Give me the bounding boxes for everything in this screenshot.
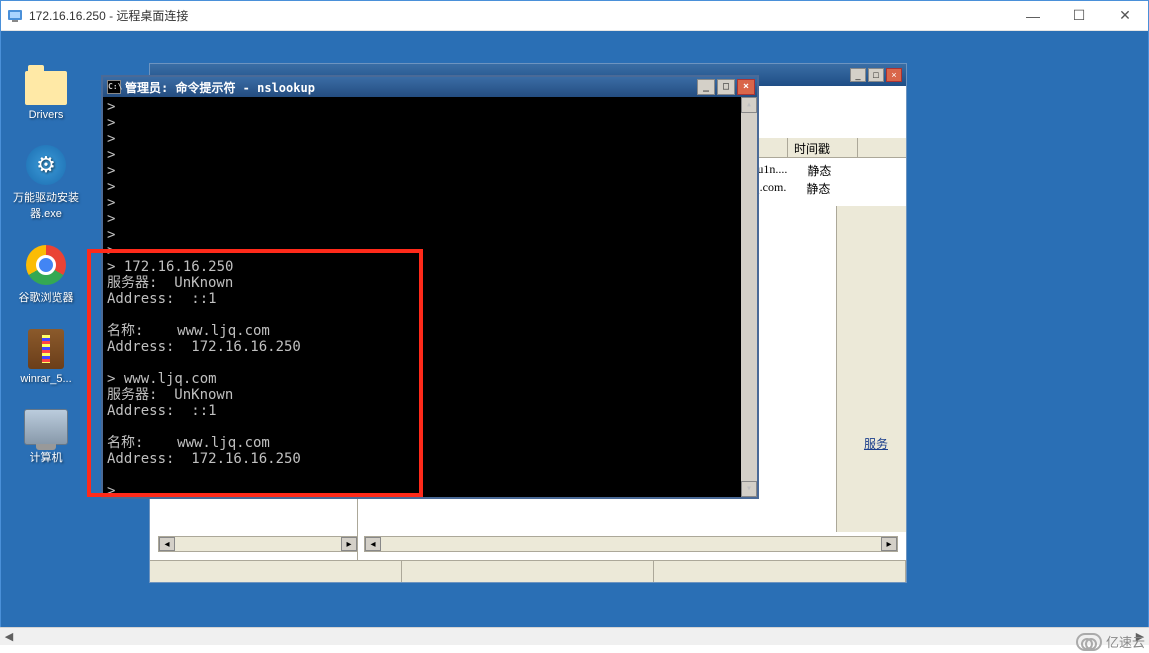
- rdp-window-controls: — ☐ ✕: [1010, 1, 1148, 31]
- row-status: 静态: [806, 180, 830, 197]
- scroll-track[interactable]: [18, 628, 1131, 646]
- icon-label: Drivers: [29, 109, 64, 121]
- row-status: 静态: [807, 162, 831, 179]
- scroll-up-icon[interactable]: ▴: [741, 97, 757, 113]
- maximize-button[interactable]: □: [868, 68, 884, 82]
- h-scrollbar[interactable]: ◂ ▸: [364, 536, 898, 552]
- scroll-thumb[interactable]: [741, 113, 757, 481]
- remote-desktop-area[interactable]: Drivers ⚙ 万能驱动安装器.exe 谷歌浏览器 winrar_5... …: [1, 31, 1148, 628]
- cmd-titlebar[interactable]: C:\ 管理员: 命令提示符 - nslookup _ □ ×: [103, 77, 757, 97]
- col-timestamp[interactable]: 时间戳: [788, 138, 858, 157]
- minimize-button[interactable]: —: [1010, 1, 1056, 31]
- winrar-icon: [28, 329, 64, 369]
- watermark-text: 亿速云: [1106, 632, 1145, 651]
- close-button[interactable]: ×: [737, 79, 755, 95]
- scroll-left-icon[interactable]: ◂: [365, 537, 381, 551]
- cmd-window[interactable]: C:\ 管理员: 命令提示符 - nslookup _ □ × > > > > …: [101, 75, 759, 499]
- folder-icon: [25, 71, 67, 105]
- minimize-button[interactable]: _: [850, 68, 866, 82]
- cmd-window-controls: _ □ ×: [697, 79, 755, 95]
- scroll-track[interactable]: [175, 537, 341, 551]
- scroll-left-icon[interactable]: ◀: [0, 628, 18, 646]
- scroll-down-icon[interactable]: ▾: [741, 481, 757, 497]
- status-bar: [150, 560, 906, 582]
- cmd-icon: C:\: [107, 80, 121, 94]
- rdp-icon: [7, 8, 23, 24]
- desktop-icons: Drivers ⚙ 万能驱动安装器.exe 谷歌浏览器 winrar_5... …: [11, 71, 81, 465]
- computer-icon: [24, 409, 68, 445]
- icon-label: 万能驱动安装器.exe: [11, 189, 81, 221]
- scroll-right-icon[interactable]: ▸: [881, 537, 897, 551]
- maximize-button[interactable]: □: [717, 79, 735, 95]
- close-button[interactable]: ×: [886, 68, 902, 82]
- close-button[interactable]: ✕: [1102, 1, 1148, 31]
- watermark-icon: [1076, 633, 1102, 651]
- scroll-right-icon[interactable]: ▸: [341, 537, 357, 551]
- minimize-button[interactable]: _: [697, 79, 715, 95]
- desktop-icon-chrome[interactable]: 谷歌浏览器: [11, 245, 81, 305]
- scroll-left-icon[interactable]: ◂: [159, 537, 175, 551]
- dns-side-panel: [836, 206, 906, 532]
- watermark: 亿速云: [1076, 632, 1145, 651]
- icon-label: winrar_5...: [20, 373, 71, 385]
- dns-service-link[interactable]: 服务: [864, 435, 888, 452]
- scroll-track[interactable]: [381, 537, 881, 551]
- cmd-output[interactable]: > > > > > > > > > > > 172.16.16.250 服务器:…: [103, 97, 757, 497]
- icon-label: 谷歌浏览器: [19, 289, 74, 305]
- chrome-icon: [26, 245, 66, 285]
- icon-label: 计算机: [30, 449, 63, 465]
- gear-icon: ⚙: [26, 145, 66, 185]
- h-scrollbar[interactable]: ◂ ▸: [158, 536, 358, 552]
- rdp-titlebar[interactable]: 172.16.16.250 - 远程桌面连接 — ☐ ✕: [1, 1, 1148, 31]
- page-h-scrollbar[interactable]: ◀ ▶: [0, 627, 1149, 645]
- rdp-window: 172.16.16.250 - 远程桌面连接 — ☐ ✕ Drivers ⚙ 万…: [0, 0, 1149, 627]
- desktop-icon-driver-installer[interactable]: ⚙ 万能驱动安装器.exe: [11, 145, 81, 221]
- maximize-button[interactable]: ☐: [1056, 1, 1102, 31]
- cmd-text: > > > > > > > > > > > 172.16.16.250 服务器:…: [107, 99, 301, 497]
- rdp-title: 172.16.16.250 - 远程桌面连接: [29, 7, 1010, 24]
- v-scrollbar[interactable]: ▴ ▾: [741, 97, 757, 497]
- desktop-icon-computer[interactable]: 计算机: [11, 409, 81, 465]
- desktop-icon-drivers[interactable]: Drivers: [11, 71, 81, 121]
- cmd-title: 管理员: 命令提示符 - nslookup: [125, 79, 697, 96]
- desktop-icon-winrar[interactable]: winrar_5...: [11, 329, 81, 385]
